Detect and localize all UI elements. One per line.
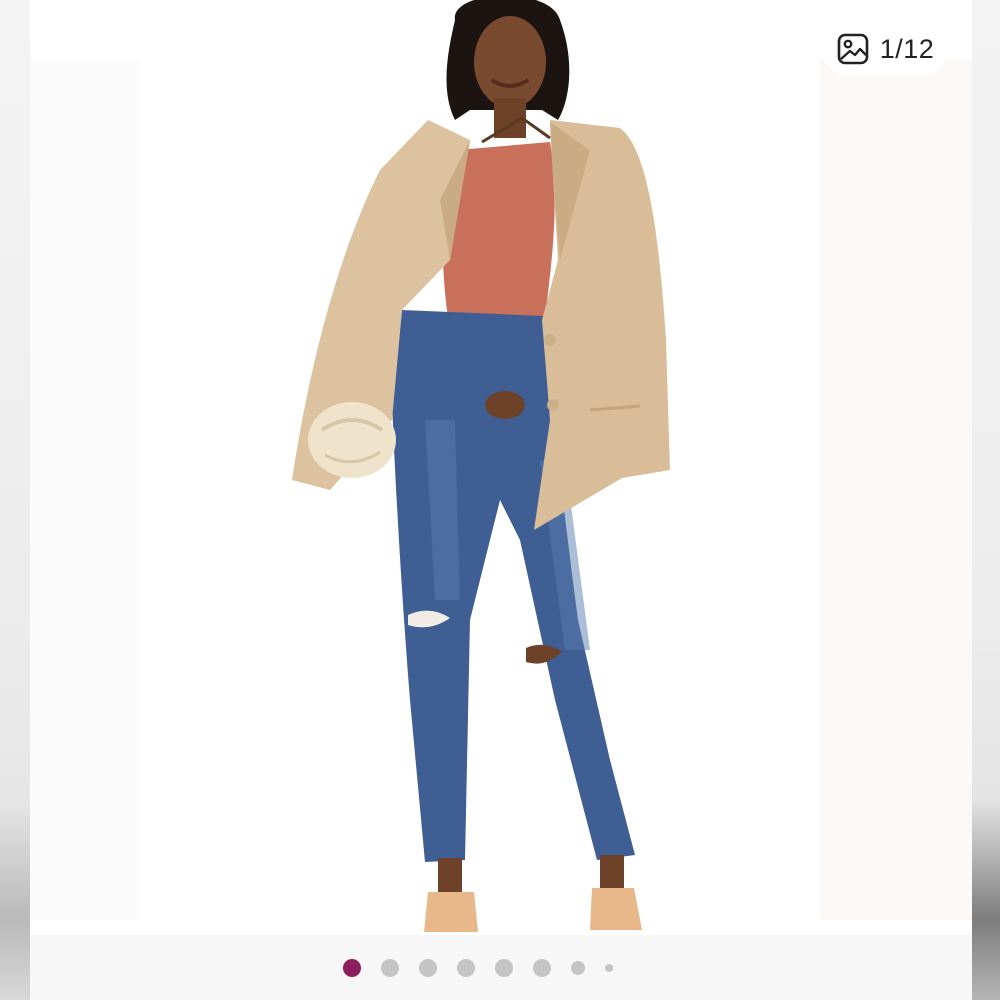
product-photo[interactable]: [30, 0, 972, 935]
image-counter-text: 1/12: [879, 33, 935, 64]
next-image-edge[interactable]: [972, 0, 1000, 1000]
carousel-dot-2[interactable]: [381, 958, 399, 977]
carousel-pagination: [30, 935, 972, 1000]
product-photo-illustration: [30, 0, 972, 935]
image-counter: 1/12: [822, 22, 948, 76]
previous-image-edge[interactable]: [0, 0, 30, 1000]
carousel-dot-1[interactable]: [343, 958, 361, 977]
image-viewer: 1/12: [0, 0, 1000, 1000]
carousel-dot-6[interactable]: [533, 958, 551, 977]
carousel-dot-3[interactable]: [419, 958, 437, 977]
carousel-dot-4[interactable]: [457, 958, 475, 977]
image-gallery-icon: [837, 33, 869, 65]
carousel-dot-8[interactable]: [605, 963, 613, 972]
carousel-dot-5[interactable]: [495, 958, 513, 977]
carousel-dot-7[interactable]: [571, 960, 585, 975]
